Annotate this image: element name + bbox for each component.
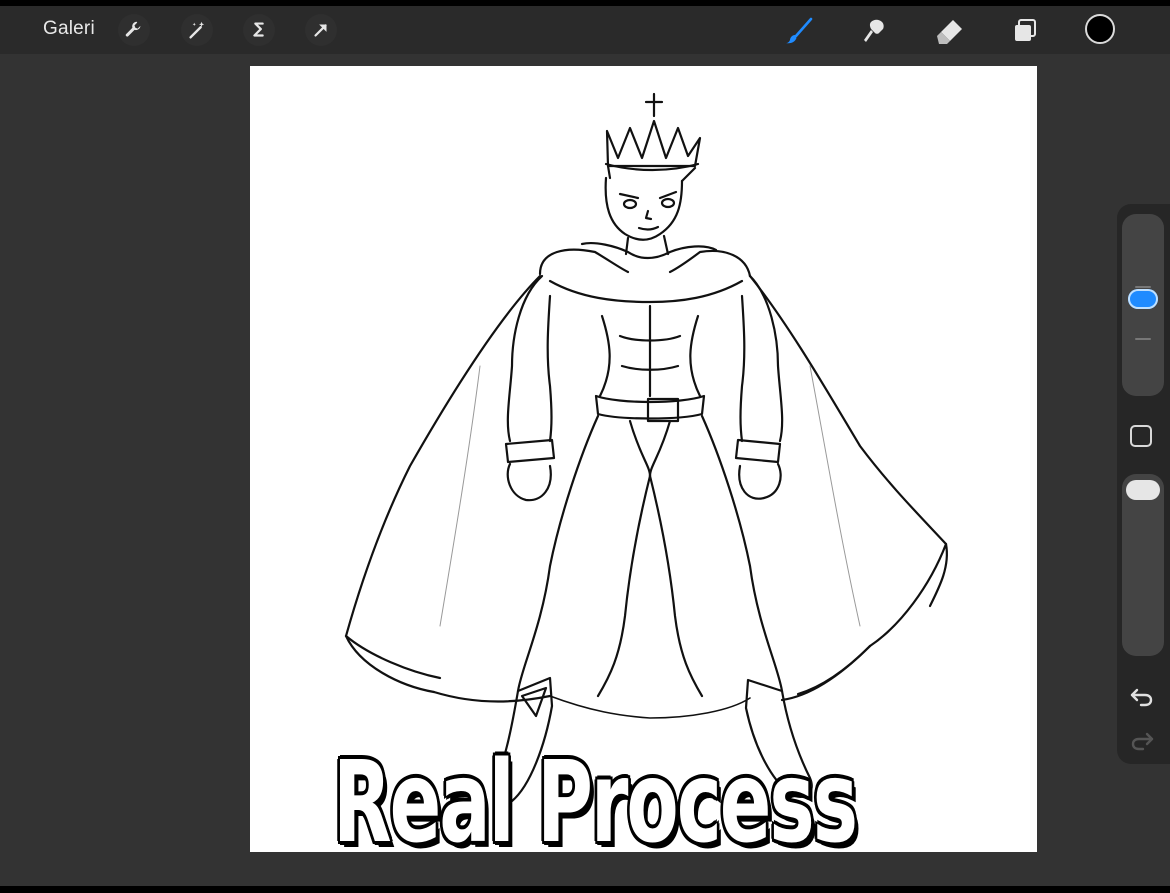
adjustments-button[interactable] (181, 14, 213, 46)
layers-icon (1015, 19, 1036, 41)
opacity-slider[interactable] (1122, 474, 1164, 656)
brush-size-handle[interactable] (1128, 289, 1158, 309)
actions-button[interactable] (118, 14, 150, 46)
transform-button[interactable] (305, 14, 337, 46)
wrench-icon (125, 21, 141, 37)
eraser-icon (937, 20, 962, 44)
brush-icon (786, 17, 813, 44)
opacity-handle[interactable] (1126, 480, 1160, 500)
layers-button[interactable] (1008, 14, 1042, 48)
eraser-tool[interactable] (933, 14, 967, 48)
modify-button[interactable] (1130, 425, 1152, 447)
color-picker-button[interactable] (1085, 14, 1115, 44)
selection-icon (253, 22, 264, 37)
brush-size-slider[interactable] (1122, 214, 1164, 396)
magic-wand-icon (189, 21, 205, 39)
brush-tool[interactable] (782, 14, 816, 48)
selection-button[interactable] (243, 14, 275, 46)
smudge-tool[interactable] (857, 14, 891, 48)
gallery-button[interactable]: Galeri (43, 18, 95, 40)
transform-arrow-icon (314, 24, 327, 37)
procreate-app: Galeri Real Process (0, 6, 1170, 886)
redo-icon[interactable] (1128, 726, 1156, 754)
top-toolbar: Galeri (0, 6, 1170, 54)
video-caption: Real Process (333, 738, 858, 868)
undo-icon[interactable] (1128, 682, 1156, 710)
size-tick (1135, 338, 1151, 340)
size-tick (1135, 286, 1151, 288)
smudge-icon (864, 19, 884, 42)
brush-sidebar (1117, 204, 1170, 764)
